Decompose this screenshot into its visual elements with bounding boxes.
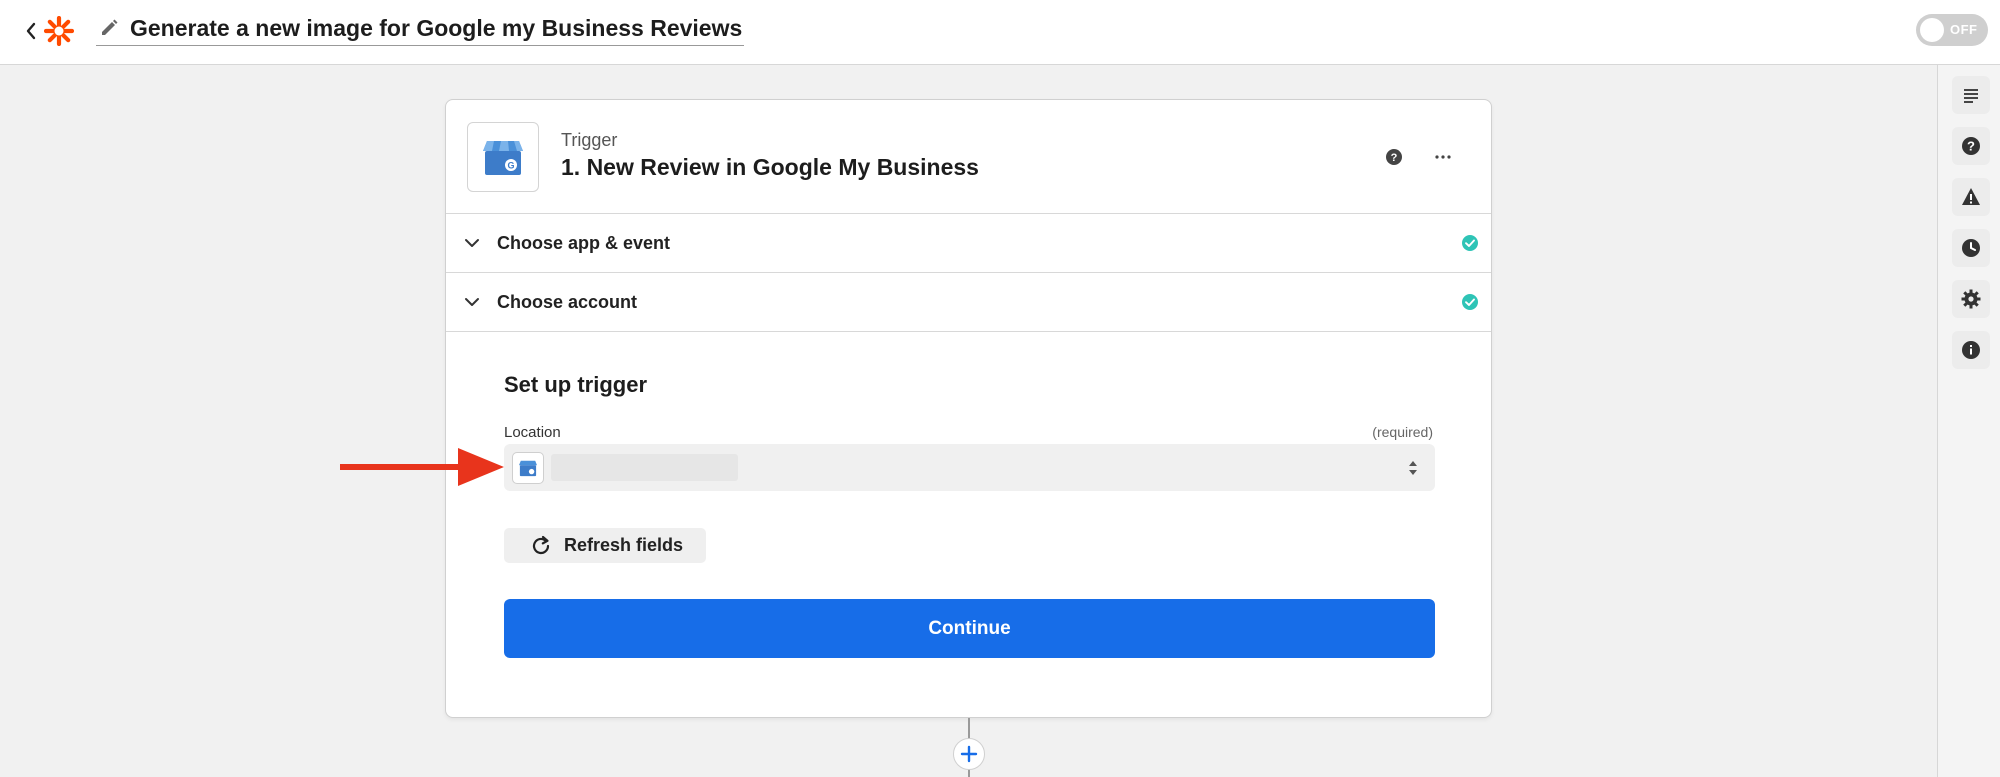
section-choose-app-event[interactable]: Choose app & event: [446, 214, 1491, 273]
history-icon[interactable]: [1952, 229, 1990, 267]
notes-icon[interactable]: [1952, 76, 1990, 114]
zap-title: Generate a new image for Google my Busin…: [130, 15, 743, 41]
zap-title-editor[interactable]: Generate a new image for Google my Busin…: [96, 12, 745, 46]
right-sidebar: ?: [1937, 65, 2000, 777]
step-title: 1. New Review in Google My Business: [561, 154, 979, 180]
step-header[interactable]: G Trigger 1. New Review in Google My Bus…: [446, 100, 1491, 214]
section-label: Choose account: [497, 292, 638, 312]
pencil-icon: [102, 19, 118, 35]
refresh-icon: [532, 535, 550, 554]
svg-text:G: G: [507, 161, 514, 171]
plus-icon: [960, 745, 978, 763]
toggle-knob: [1920, 18, 1944, 42]
trigger-step-card: G Trigger 1. New Review in Google My Bus…: [445, 99, 1492, 718]
section-choose-account[interactable]: Choose account: [446, 273, 1491, 332]
top-bar: Generate a new image for Google my Busin…: [0, 0, 2000, 65]
annotation-arrow-icon: [340, 448, 504, 486]
required-indicator: (required): [1372, 424, 1433, 440]
step-kind: Trigger: [561, 130, 618, 150]
info-icon[interactable]: [1952, 331, 1990, 369]
svg-text:?: ?: [1391, 152, 1398, 164]
warning-icon[interactable]: [1952, 178, 1990, 216]
more-options-icon[interactable]: [1433, 147, 1453, 167]
step-help-icon[interactable]: ?: [1384, 147, 1404, 167]
continue-label: Continue: [928, 617, 1011, 639]
section-label: Choose app & event: [497, 233, 671, 253]
add-step-button[interactable]: [953, 738, 985, 770]
select-arrows-icon: [1409, 461, 1417, 475]
location-select[interactable]: [504, 444, 1435, 491]
zapier-logo-icon[interactable]: [43, 15, 75, 47]
chevron-down-icon: [465, 298, 479, 306]
setup-trigger-heading: Set up trigger: [504, 372, 648, 397]
help-icon[interactable]: ?: [1952, 127, 1990, 165]
chevron-down-icon: [465, 239, 479, 247]
back-icon[interactable]: [22, 18, 40, 44]
google-my-business-icon: G: [467, 122, 539, 192]
refresh-fields-label: Refresh fields: [564, 535, 684, 555]
refresh-fields-button[interactable]: Refresh fields: [504, 528, 706, 563]
location-value-placeholder: [551, 454, 738, 481]
google-my-business-icon: [512, 452, 544, 484]
continue-button[interactable]: Continue: [504, 599, 1435, 658]
check-complete-icon: [1462, 235, 1478, 251]
settings-icon[interactable]: [1952, 280, 1990, 318]
toggle-label: OFF: [1950, 22, 1978, 37]
zap-on-off-toggle[interactable]: OFF: [1916, 14, 1988, 46]
svg-text:?: ?: [1967, 139, 1975, 154]
check-complete-icon: [1462, 294, 1478, 310]
location-field-label: Location: [504, 424, 561, 441]
